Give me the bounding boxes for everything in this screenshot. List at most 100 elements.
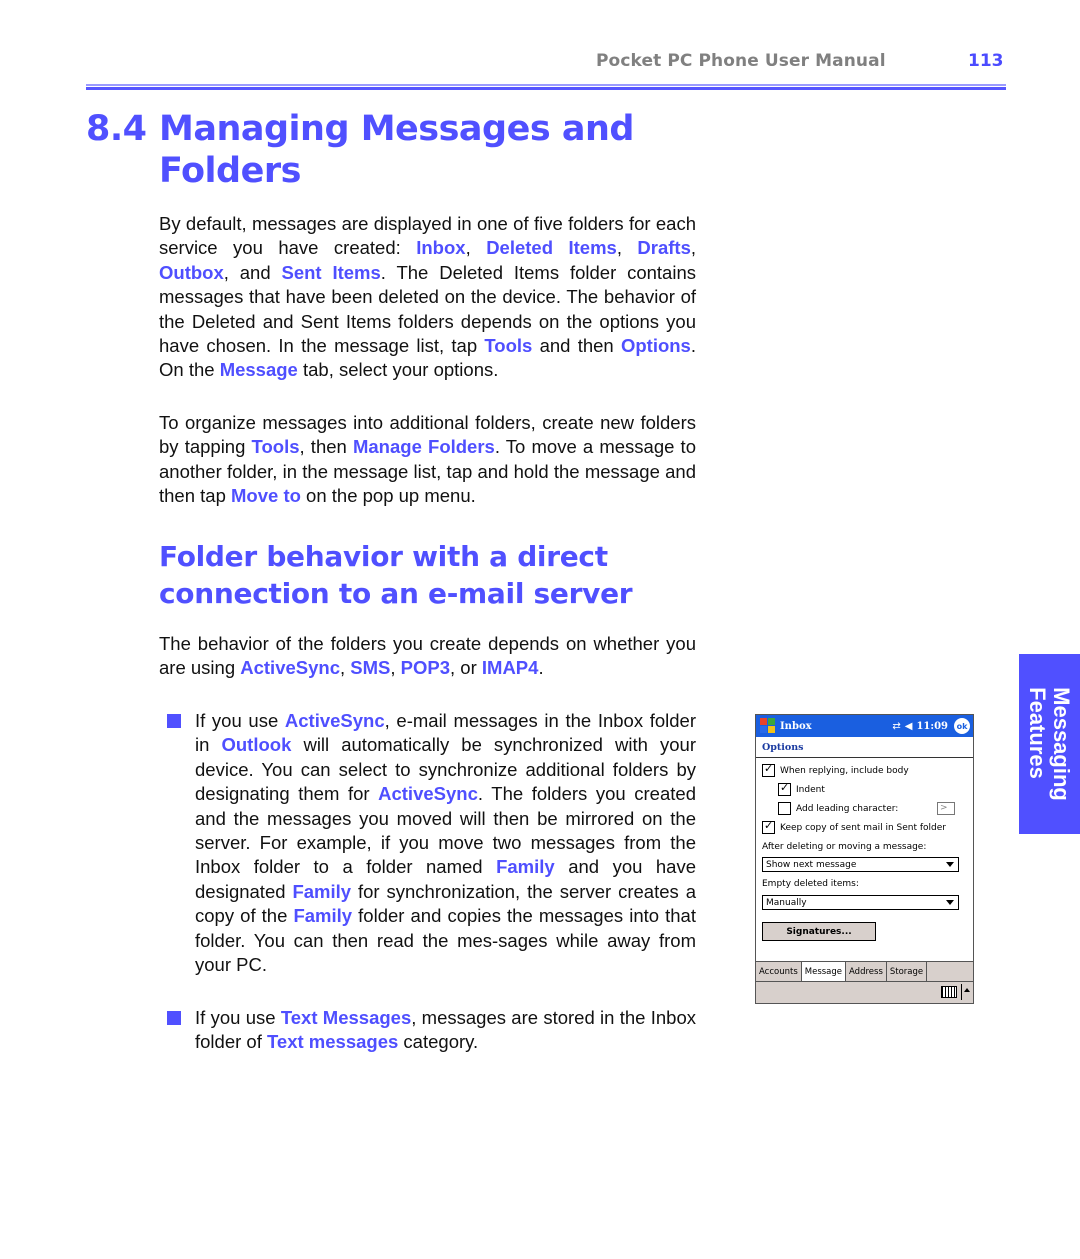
select-value: Show next message [766, 859, 857, 870]
device-tabs: Accounts Message Address Storage [756, 961, 973, 982]
option-label: Keep copy of sent mail in Sent folder [780, 822, 946, 833]
term-text-messages: Text Messages [280, 1007, 412, 1028]
after-delete-label: After deleting or moving a message: [762, 842, 927, 852]
empty-deleted-label: Empty deleted items: [762, 879, 859, 889]
side-tab-line1: Messaging [1049, 687, 1074, 801]
section-title-line2: Folders [159, 151, 301, 191]
text: , [390, 657, 401, 679]
section-title: 8.4 Managing Messages and Folders [86, 108, 634, 192]
empty-deleted-select[interactable]: Manually [762, 895, 959, 910]
bullet-text-messages: If you use Text Messages, messages are s… [195, 1006, 696, 1055]
text: , [616, 237, 638, 259]
text: , then [299, 436, 353, 458]
manual-title: Pocket PC Phone User Manual [596, 51, 886, 71]
chapter-side-tab: Messaging Features [1019, 654, 1080, 834]
checkbox-unchecked[interactable] [778, 802, 791, 815]
device-subtitle: Options [756, 737, 973, 758]
subheading: Folder behavior with a direct connection… [159, 538, 633, 612]
option-include-body[interactable]: When replying, include body [762, 762, 909, 777]
text: tab, select your options. [297, 359, 499, 381]
tab-address[interactable]: Address [846, 962, 887, 982]
term-family: Family [292, 880, 352, 902]
separator [961, 984, 962, 1000]
header-rule-thick [86, 87, 1006, 90]
select-value: Manually [766, 897, 807, 908]
term-sms: SMS [350, 657, 391, 679]
option-label: When replying, include body [780, 765, 909, 776]
term-options: Options [620, 335, 691, 357]
text: on the pop up menu. [300, 485, 476, 507]
chapter-side-tab-label: Messaging Features [1025, 687, 1074, 801]
paragraph-default-folders: By default, messages are displayed in on… [159, 212, 696, 383]
term-manage-folders: Manage Folders [352, 436, 495, 458]
text: , [690, 237, 697, 259]
section-number: 8.4 [86, 109, 147, 149]
bullet-activesync: If you use ActiveSync, e-mail messages i… [195, 709, 696, 977]
speaker-icon[interactable]: ◀ [905, 721, 913, 732]
connectivity-icon[interactable]: ⇄ [892, 721, 900, 732]
option-label: Indent [796, 784, 825, 795]
keyboard-icon[interactable] [941, 986, 957, 998]
term-sent-items: Sent Items [281, 261, 381, 283]
header-rule-thin [86, 84, 1006, 86]
term-tools: Tools [484, 335, 533, 357]
paragraph-organize-folders: To organize messages into additional fol… [159, 411, 696, 509]
dropdown-arrow-icon [946, 900, 954, 905]
input-panel-arrow-icon[interactable] [964, 988, 970, 992]
bullet-square-icon [167, 1011, 181, 1025]
section-title-line1: Managing Messages and [159, 109, 634, 149]
tab-accounts[interactable]: Accounts [756, 962, 802, 982]
device-screenshot: Inbox ⇄ ◀ 11:09 ok Options When replying… [755, 714, 974, 1004]
device-menubar [756, 981, 973, 1003]
term-activesync: ActiveSync [378, 783, 478, 805]
paragraph-folder-behavior: The behavior of the folders you create d… [159, 632, 696, 681]
checkbox-checked[interactable] [762, 819, 775, 834]
term-imap4: IMAP4 [481, 657, 539, 679]
term-inbox: Inbox [416, 237, 466, 259]
text: , [465, 237, 487, 259]
text: . [538, 657, 544, 679]
option-label: Add leading character: [796, 803, 899, 814]
text: If you use [195, 710, 285, 731]
term-text-messages: Text messages [267, 1031, 399, 1053]
ok-button[interactable]: ok [954, 718, 970, 734]
option-leading-character[interactable]: Add leading character: [778, 802, 898, 815]
term-move-to: Move to [231, 485, 301, 507]
term-pop3: POP3 [400, 657, 451, 679]
checkbox-checked[interactable] [778, 781, 791, 796]
after-delete-select[interactable]: Show next message [762, 857, 959, 872]
dropdown-arrow-icon [946, 862, 954, 867]
option-indent[interactable]: Indent [778, 781, 825, 796]
text: and then [532, 335, 621, 357]
text: , and [223, 261, 282, 283]
term-message: Message [219, 359, 298, 381]
side-tab-line2: Features [1025, 687, 1050, 779]
term-activesync: ActiveSync [284, 710, 385, 731]
text: category. [398, 1031, 479, 1053]
subheading-line1: Folder behavior with a direct [159, 540, 608, 573]
text: , [340, 657, 351, 679]
text: , or [450, 657, 482, 679]
device-titlebar: Inbox ⇄ ◀ 11:09 ok [756, 715, 973, 737]
page-number: 113 [968, 51, 1004, 71]
term-deleted-items: Deleted Items [486, 237, 617, 259]
term-drafts: Drafts [637, 237, 691, 259]
tab-message[interactable]: Message [801, 962, 847, 982]
term-family: Family [496, 856, 555, 878]
term-outbox: Outbox [159, 261, 224, 283]
term-outlook: Outlook [221, 734, 292, 756]
device-clock[interactable]: 11:09 [916, 721, 948, 732]
checkbox-checked[interactable] [762, 762, 775, 777]
leading-character-input[interactable]: > [937, 802, 955, 815]
term-activesync: ActiveSync [240, 657, 340, 679]
tab-storage[interactable]: Storage [887, 962, 928, 982]
windows-start-icon[interactable] [759, 717, 777, 735]
text: If you use [195, 1007, 281, 1028]
signatures-button[interactable]: Signatures... [762, 922, 876, 941]
term-family: Family [293, 905, 353, 927]
option-keep-copy[interactable]: Keep copy of sent mail in Sent folder [762, 819, 946, 834]
subheading-line2: connection to an e-mail server [159, 577, 633, 610]
term-tools: Tools [251, 436, 300, 458]
bullet-square-icon [167, 714, 181, 728]
device-app-title: Inbox [780, 720, 812, 732]
